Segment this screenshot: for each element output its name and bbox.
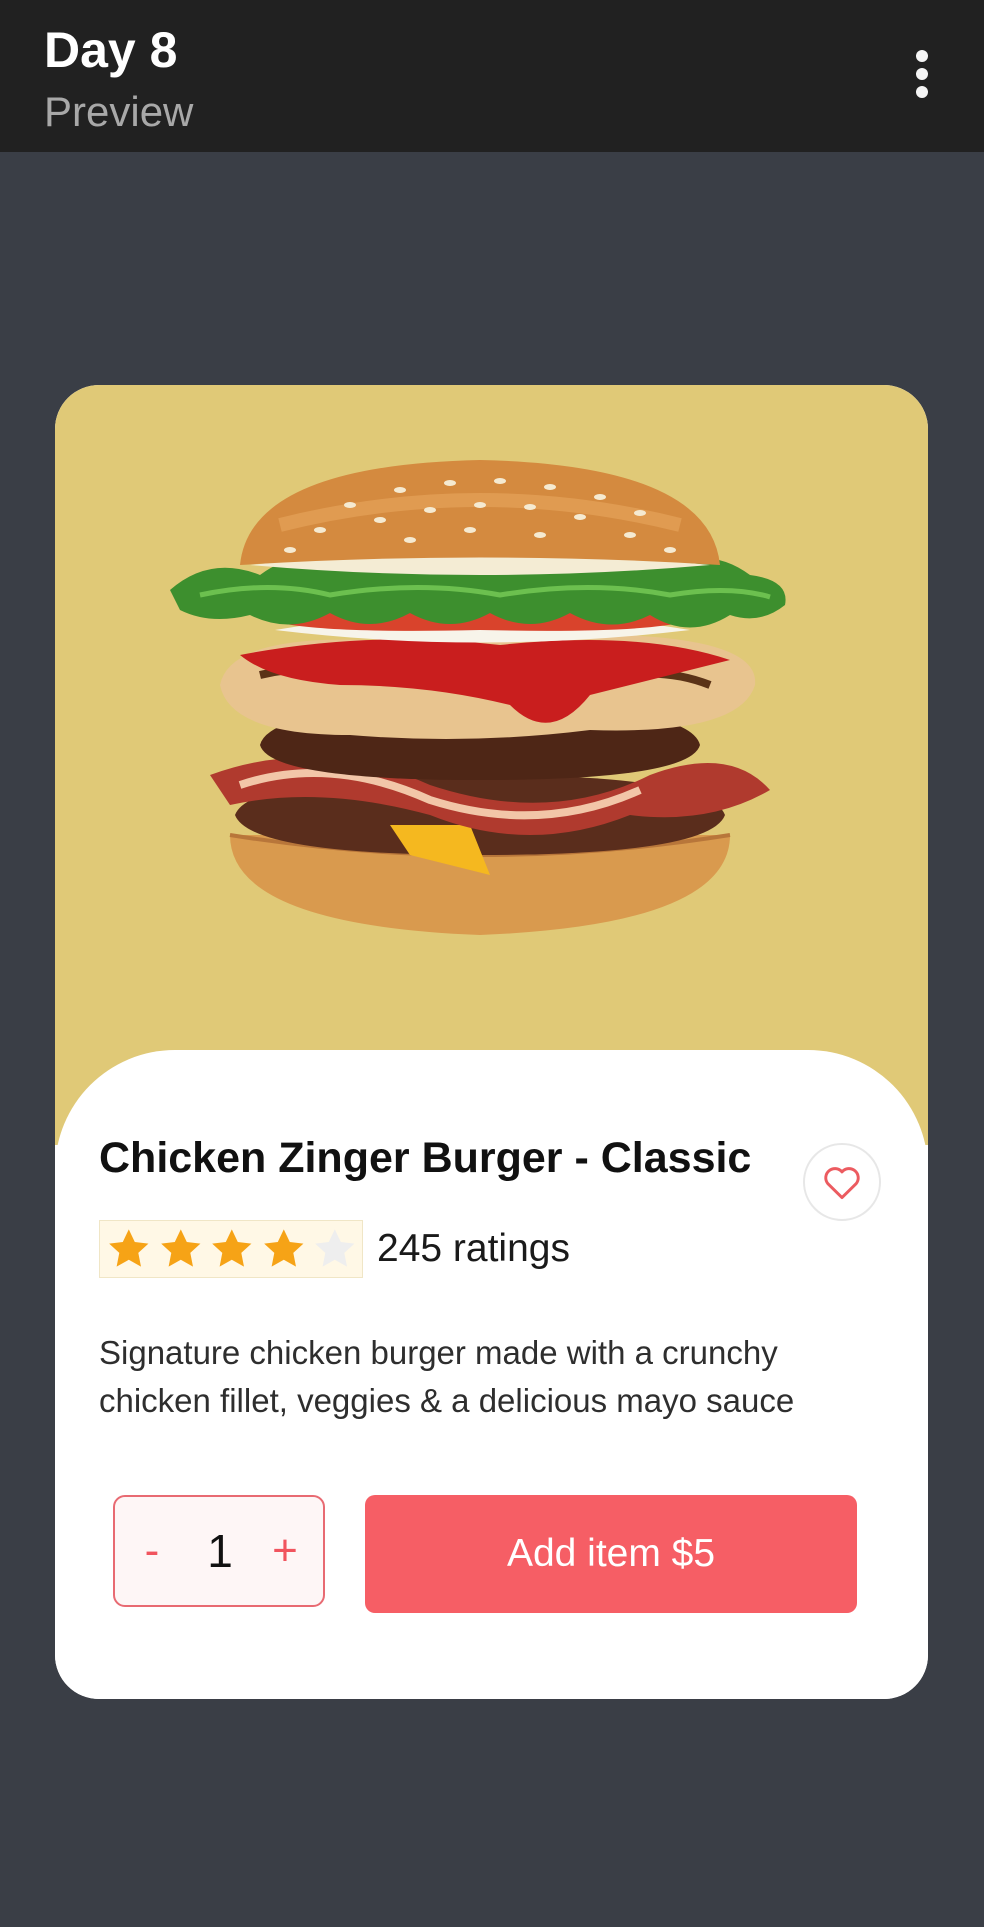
heart-outline-icon: [824, 1167, 860, 1200]
menu-dot: [916, 86, 928, 98]
more-vertical-icon[interactable]: [900, 44, 946, 104]
app-subtitle: Preview: [44, 88, 194, 135]
increase-quantity-button[interactable]: +: [260, 1515, 310, 1587]
ratings-count: 245 ratings: [377, 1227, 570, 1270]
rating-stars: [99, 1220, 363, 1278]
star-empty-icon: [315, 1229, 355, 1267]
add-item-button[interactable]: Add item $5: [365, 1495, 857, 1613]
app-title: Day 8: [44, 22, 178, 78]
decrease-quantity-button[interactable]: -: [127, 1515, 177, 1587]
star-filled-icon: [160, 1229, 201, 1267]
quantity-value: 1: [207, 1525, 233, 1577]
favorite-button[interactable]: [803, 1143, 881, 1221]
product-title: Chicken Zinger Burger - Classic: [99, 1134, 752, 1182]
app-bar: Day 8 Preview: [0, 0, 984, 152]
menu-dot: [916, 50, 928, 62]
product-description: Signature chicken burger made with a cru…: [99, 1334, 795, 1419]
menu-dot: [916, 68, 928, 80]
product-image-area: [55, 385, 928, 1145]
star-filled-icon: [263, 1229, 304, 1267]
star-filled-icon: [109, 1229, 149, 1267]
quantity-stepper: - 1 +: [113, 1495, 325, 1607]
star-filled-icon: [212, 1229, 252, 1267]
burger-image: [170, 460, 786, 935]
product-card: Chicken Zinger Burger - Classic 245 rati…: [55, 385, 928, 1699]
